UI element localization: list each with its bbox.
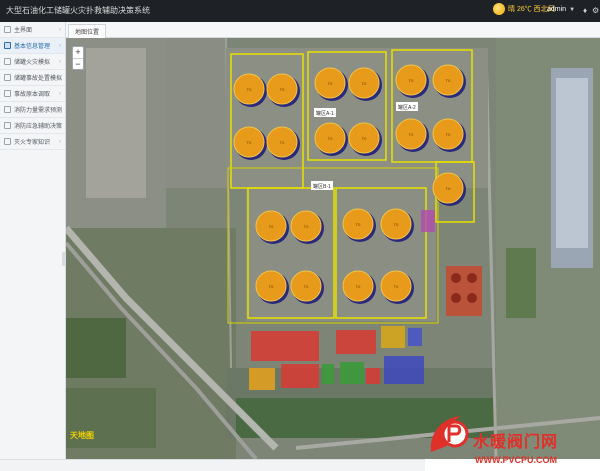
book-icon	[4, 138, 11, 145]
sidebar-item-decision-support[interactable]: 消防应急辅助决策 ›	[0, 118, 65, 134]
sidebar-item-basic-info[interactable]: 基本信息管理 ›	[0, 38, 65, 54]
watermark-title: 水暖阀门网	[473, 432, 559, 451]
map-industrial-block	[166, 38, 226, 188]
sidebar: 主界面 › 基本信息管理 › 储罐火灾模拟 › 储罐事故处置模拟 › 事故原本调取 › 消…	[0, 22, 68, 471]
map-warehouse-roof-light	[556, 78, 588, 248]
facility-tank	[451, 293, 461, 303]
chevron-right-icon: ›	[59, 42, 61, 49]
watermark-url: WWW.PVCPU.COM	[475, 455, 557, 465]
facility-zone-green[interactable]	[322, 364, 334, 384]
zoom-in-button[interactable]: +	[73, 47, 83, 58]
chevron-right-icon: ›	[59, 74, 61, 81]
sidebar-item-force-forecast[interactable]: 消防力量需求预测 ›	[0, 102, 65, 118]
chevron-right-icon: ›	[59, 138, 61, 145]
site-watermark: 水暖阀门网 WWW.PVCPU.COM	[425, 412, 600, 471]
folder-icon	[4, 90, 11, 97]
tank-label: T0	[304, 224, 309, 229]
sidebar-item-expert-knowledge[interactable]: 灭火专家知识 ›	[0, 134, 65, 150]
chevron-right-icon: ›	[59, 58, 61, 65]
tank-label: T0	[409, 132, 414, 137]
map-bare-land	[86, 48, 146, 198]
bell-icon[interactable]: ♦	[583, 6, 587, 15]
user-menu[interactable]: admin ▼	[547, 6, 575, 13]
tank-label: T0	[269, 224, 274, 229]
tank-label: T0	[446, 132, 451, 137]
sidebar-item-fire-simulation[interactable]: 储罐火灾模拟 ›	[0, 54, 65, 70]
top-bar: 大型石油化工储罐火灾扑救辅助决策系统 晴 26℃ 西北风 admin ▼ ♦ ⚙	[0, 0, 600, 22]
watermark-logo-icon	[430, 416, 469, 452]
database-icon	[4, 42, 11, 49]
tab-map-location[interactable]: 地图位置	[68, 24, 107, 38]
chevron-right-icon: ›	[59, 90, 61, 97]
tank-label: T0	[328, 136, 333, 141]
username: admin	[547, 6, 567, 13]
zone-label-a2: 罐区A-2	[398, 104, 416, 111]
facility-zone-red[interactable]	[251, 331, 319, 361]
tank-label: T0	[356, 284, 361, 289]
tank-label: T0	[304, 284, 309, 289]
facility-zone-blue[interactable]	[408, 328, 422, 346]
tank-label: T0	[394, 284, 399, 289]
app-title: 大型石油化工储罐火灾扑救辅助决策系统	[6, 6, 150, 15]
chevron-right-icon: ›	[59, 26, 61, 33]
tank-label: T0	[394, 222, 399, 227]
facility-zone-blue[interactable]	[384, 356, 424, 384]
facility-zone-orange[interactable]	[249, 368, 275, 390]
sidebar-item-incident-simulation[interactable]: 储罐事故处置模拟 ›	[0, 70, 65, 86]
tank-label: T0	[247, 87, 252, 92]
facility-zone-red[interactable]	[446, 266, 482, 316]
tank-label: T0	[356, 222, 361, 227]
tank-label: T0	[362, 81, 367, 86]
gear-icon[interactable]: ⚙	[592, 6, 599, 15]
chevron-right-icon: ›	[59, 122, 61, 129]
warning-icon	[4, 74, 11, 81]
tank-label: T0	[280, 87, 285, 92]
tank-label: T0	[328, 81, 333, 86]
zone-label-a1: 罐区A-1	[316, 110, 334, 117]
chevron-right-icon: ›	[59, 106, 61, 113]
facility-zone-red[interactable]	[281, 364, 319, 388]
facility-zone-red[interactable]	[366, 368, 380, 384]
facility-tank	[467, 273, 477, 283]
sidebar-item-case-retrieval[interactable]: 事故原本调取 ›	[0, 86, 65, 102]
shield-icon	[4, 122, 11, 129]
map-green-patch	[66, 318, 126, 378]
facility-zone-purple[interactable]	[421, 210, 435, 232]
satellite-map[interactable]: T0 T0 T0 T0 T0 T0 T0 T0 T0 T0 T0 T0 T0 T0 T0 T0 T0 T0 T0 T0…	[66, 38, 600, 459]
flame-icon	[4, 58, 11, 65]
tank-label: T0	[409, 78, 414, 83]
status-bar	[0, 459, 425, 471]
zone-label-b1: 罐区B-1	[313, 183, 331, 190]
tank-label: T0	[280, 140, 285, 145]
zoom-control: + −	[72, 46, 84, 70]
chevron-down-icon: ▼	[569, 6, 576, 13]
map-green-field	[506, 248, 536, 318]
facility-tank	[451, 273, 461, 283]
sun-icon	[493, 3, 505, 15]
zoom-out-button[interactable]: −	[73, 58, 83, 69]
home-icon	[4, 26, 11, 33]
chart-icon	[4, 106, 11, 113]
facility-zone-yellow[interactable]	[381, 326, 405, 348]
map-canvas[interactable]: T0 T0 T0 T0 T0 T0 T0 T0 T0 T0 T0 T0 T0 T0 T0 T0 T0 T0 T0 T0…	[66, 38, 600, 459]
tank-label: T0	[446, 78, 451, 83]
tank-label: T0	[247, 140, 252, 145]
tank-label: T0	[362, 136, 367, 141]
tank-label: T0	[269, 284, 274, 289]
map-provider-logo: 天地图	[70, 430, 94, 440]
tab-bar: 地图位置	[66, 22, 600, 38]
sidebar-item-home[interactable]: 主界面 ›	[0, 22, 65, 38]
weather-widget: 晴 26℃ 西北风	[490, 3, 555, 15]
facility-zone-green[interactable]	[340, 362, 364, 384]
tank-label: T0	[446, 186, 451, 191]
facility-zone-red[interactable]	[336, 330, 376, 354]
facility-tank	[467, 293, 477, 303]
